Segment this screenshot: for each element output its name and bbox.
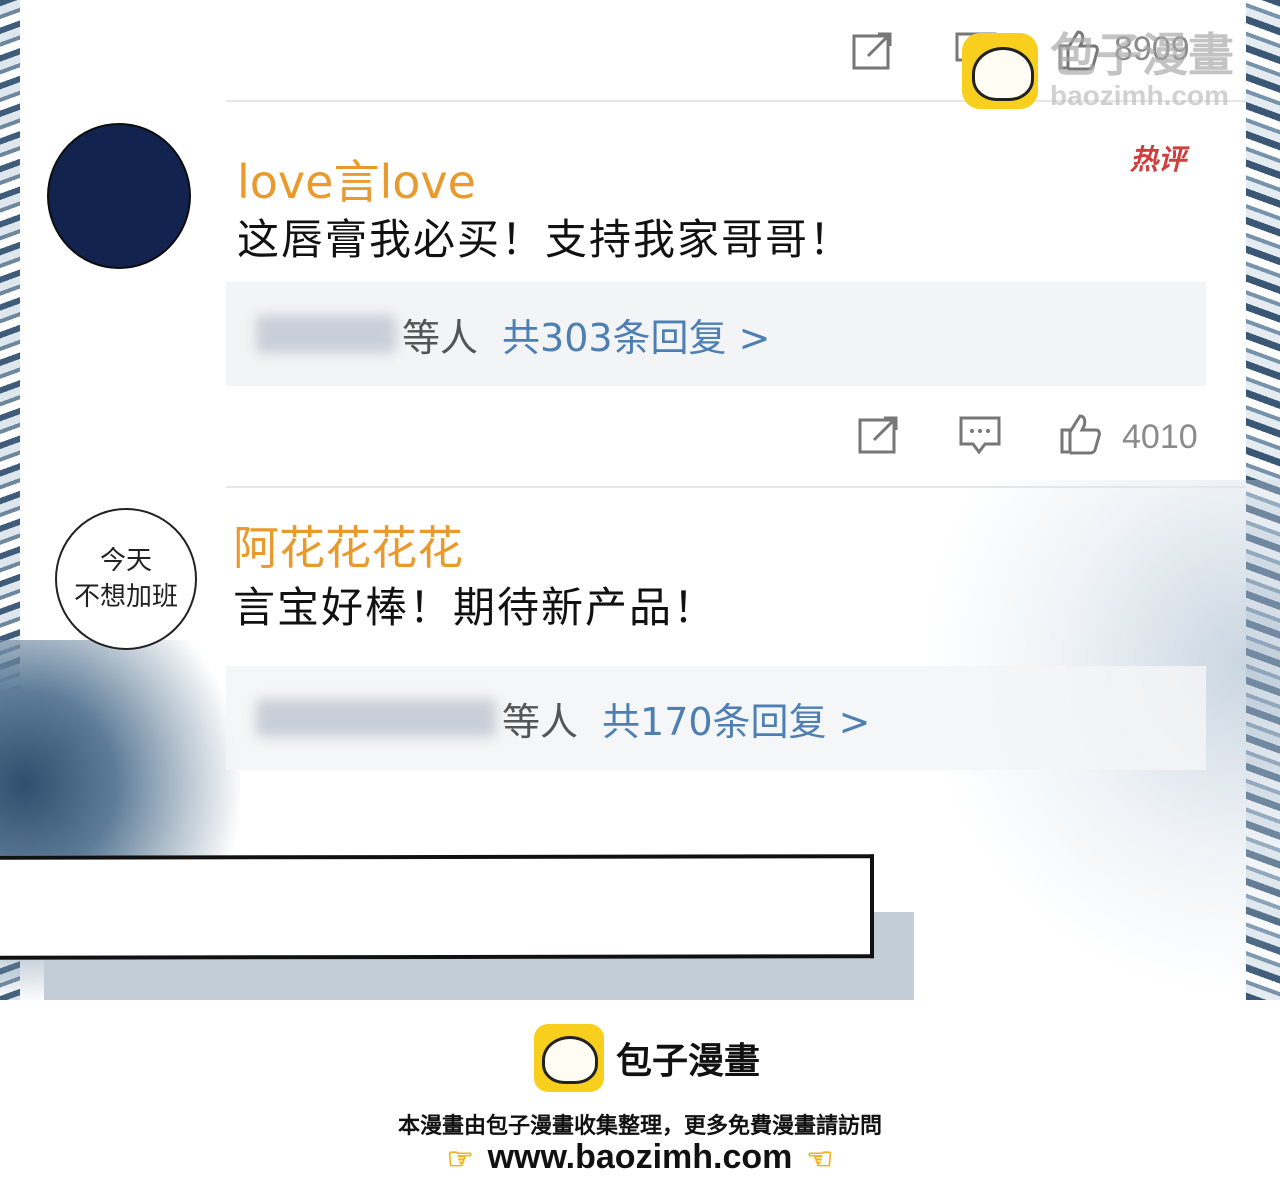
footer-note: 本漫畫由包子漫畫收集整理，更多免費漫畫請訪問 — [397, 1114, 882, 1139]
divider — [226, 486, 1246, 488]
comment-icon[interactable] — [959, 416, 1001, 456]
avatar[interactable]: 今天 不想加班 — [55, 508, 197, 650]
comment-text: 这唇膏我必买！支持我家哥哥！ — [237, 215, 854, 264]
pointing-right-hand-icon: ☞ — [446, 1142, 474, 1176]
reply-suffix: 等人 — [502, 699, 579, 744]
reply-count-link[interactable]: 共303条回复 > — [502, 307, 770, 362]
username[interactable]: 阿花花花花 — [233, 512, 463, 578]
username[interactable]: love言love — [237, 146, 476, 212]
footer-link-row[interactable]: ☞ www.baozimh.com ☜ — [0, 1138, 1280, 1177]
comment-text: 言宝好棒！期待新产品！ — [233, 583, 718, 632]
watermark-title: 包子漫畫 — [1050, 28, 1234, 82]
reply-preview[interactable]: 等人 共170条回复 > — [226, 666, 1206, 770]
reply-count-link[interactable]: 共170条回复 > — [602, 691, 870, 746]
reply-preview[interactable]: 等人 共303条回复 > — [226, 282, 1206, 386]
comic-panel: 8909 love言love 热评 这唇膏我必买！支持我家哥哥！ 等人 共303… — [0, 0, 1280, 1000]
like-icon[interactable] — [1058, 412, 1102, 456]
baozi-logo-icon — [534, 1024, 604, 1092]
caption-box — [0, 854, 874, 960]
avatar-text: 今天 — [99, 546, 152, 576]
watermark-url: baozimh.com — [1050, 80, 1229, 111]
avatar[interactable] — [47, 123, 191, 269]
footer-url[interactable]: www.baozimh.com — [488, 1138, 793, 1176]
share-icon[interactable] — [852, 32, 894, 70]
footer-brand[interactable]: 包子漫畫 — [534, 1024, 760, 1092]
blurred-usernames — [256, 315, 396, 353]
share-icon[interactable] — [858, 416, 900, 454]
avatar-text: 不想加班 — [73, 582, 178, 612]
brand-name: 包子漫畫 — [616, 1041, 761, 1082]
baozi-logo-icon — [962, 33, 1038, 109]
like-count: 4010 — [1122, 418, 1198, 456]
reply-suffix: 等人 — [402, 315, 479, 360]
pointing-left-hand-icon: ☜ — [806, 1142, 834, 1176]
watermark: 包子漫畫 baozimh.com — [962, 30, 1234, 112]
hot-comment-badge: 热评 — [1130, 143, 1187, 176]
blurred-usernames — [256, 699, 496, 737]
